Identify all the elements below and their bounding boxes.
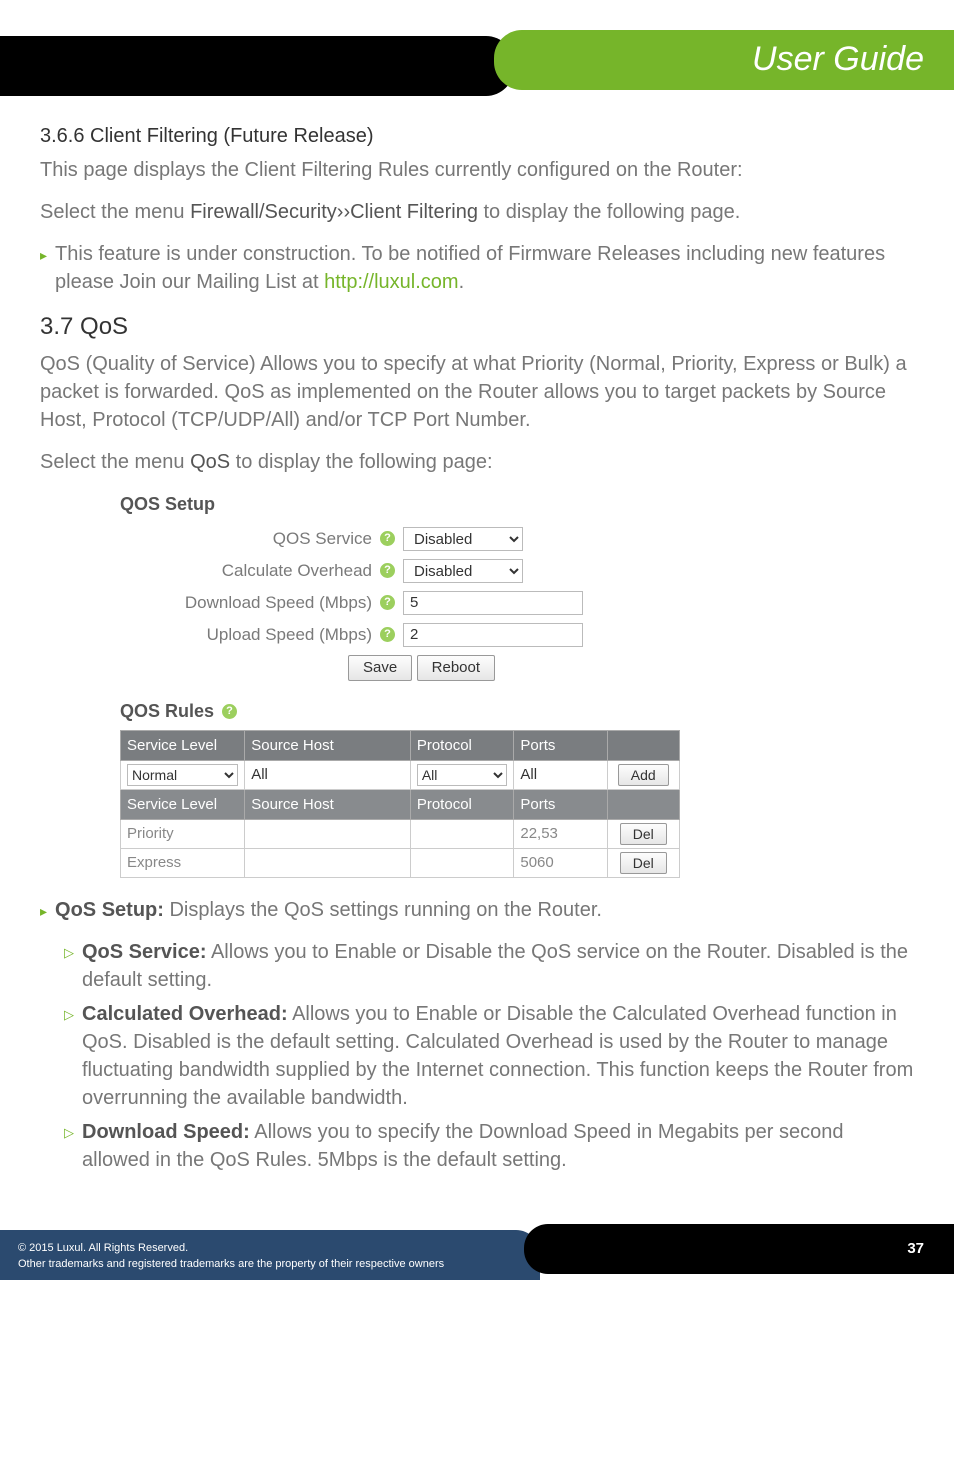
protocol-select[interactable]: All [417, 764, 508, 786]
section-366-p1: This page displays the Client Filtering … [40, 156, 914, 184]
table-header-row-2: Service Level Source Host Protocol Ports [121, 789, 680, 819]
help-icon[interactable]: ? [380, 563, 395, 578]
sec366-bullet-pre: This feature is under construction. To b… [55, 243, 885, 293]
qos-service-row: QOS Service ? Disabled [120, 527, 730, 551]
qos-download-row: Download Speed (Mbps) ? [120, 591, 730, 615]
qos-screenshot: QOS Setup QOS Service ? Disabled Calcula… [120, 492, 730, 878]
sec366-p2-bold: Firewall/Security››Client Filtering [190, 201, 478, 223]
qos-upload-input[interactable] [403, 623, 583, 647]
source-host-value: All [251, 766, 268, 783]
desc-qos-setup-text: QoS Setup: Displays the QoS settings run… [55, 896, 602, 924]
service-level-select[interactable]: Normal [127, 764, 238, 786]
qos-service-label: QOS Service [120, 527, 380, 551]
help-icon[interactable]: ? [380, 531, 395, 546]
row1-protocol [410, 848, 514, 877]
row0-protocol [410, 819, 514, 848]
qos-download-input[interactable] [403, 591, 583, 615]
sec366-bullet-post: . [459, 271, 465, 293]
desc-setup-body: Displays the QoS settings running on the… [164, 899, 602, 921]
triangle-icon: ▷ [64, 944, 74, 994]
desc-qos-service-text: QoS Service: Allows you to Enable or Dis… [82, 938, 914, 994]
th-source-host: Source Host [245, 730, 411, 760]
row0-ports: 22,53 [514, 819, 607, 848]
th2-action [607, 789, 679, 819]
desc-download-label: Download Speed: [82, 1121, 250, 1143]
sec366-p2-post: to display the following page. [478, 201, 740, 223]
header-title: User Guide [494, 30, 954, 90]
footer-page: 37 [524, 1224, 954, 1274]
th2-ports: Ports [514, 789, 607, 819]
desc-setup-label: QoS Setup: [55, 899, 164, 921]
del-button[interactable]: Del [620, 852, 667, 874]
row0-source-host [245, 819, 411, 848]
th2-service-level: Service Level [121, 789, 245, 819]
add-button[interactable]: Add [618, 764, 669, 786]
table-header-row: Service Level Source Host Protocol Ports [121, 730, 680, 760]
th-action [607, 730, 679, 760]
qos-rules-title: QOS Rules ? [120, 699, 730, 724]
qos-button-row: Save Reboot [348, 655, 730, 681]
qos-setup-title: QOS Setup [120, 492, 730, 517]
reboot-button[interactable]: Reboot [417, 655, 495, 681]
footer-line1: © 2015 Luxul. All Rights Reserved. [18, 1242, 188, 1254]
sec37-p2-bold: QoS [190, 451, 230, 473]
th2-protocol: Protocol [410, 789, 514, 819]
arrow-icon: ▸ [40, 246, 47, 296]
arrow-icon: ▸ [40, 902, 47, 924]
row0-service-level: Priority [121, 819, 245, 848]
desc-service-body: Allows you to Enable or Disable the QoS … [82, 941, 908, 991]
section-37-heading: 3.7 QoS [40, 310, 914, 344]
footer-copyright: © 2015 Luxul. All Rights Reserved. Other… [0, 1230, 540, 1280]
rules-input-row: Normal All All All Add [121, 760, 680, 789]
del-button[interactable]: Del [620, 823, 667, 845]
qos-overhead-label: Calculate Overhead [120, 559, 380, 583]
qos-rules-title-text: QOS Rules [120, 699, 214, 724]
th-protocol: Protocol [410, 730, 514, 760]
section-366-p2: Select the menu Firewall/Security››Clien… [40, 198, 914, 226]
table-row: Priority 22,53 Del [121, 819, 680, 848]
th-service-level: Service Level [121, 730, 245, 760]
section-366-heading: 3.6.6 Client Filtering (Future Release) [40, 122, 914, 150]
desc-overhead-text: Calculated Overhead: Allows you to Enabl… [82, 1000, 914, 1112]
triangle-icon: ▷ [64, 1006, 74, 1112]
help-icon[interactable]: ? [380, 595, 395, 610]
desc-overhead-label: Calculated Overhead: [82, 1003, 288, 1025]
row1-service-level: Express [121, 848, 245, 877]
desc-qos-service: ▷ QoS Service: Allows you to Enable or D… [64, 938, 914, 994]
desc-download-text: Download Speed: Allows you to specify th… [82, 1118, 914, 1174]
help-icon[interactable]: ? [222, 704, 237, 719]
qos-download-label: Download Speed (Mbps) [120, 591, 380, 615]
th-ports: Ports [514, 730, 607, 760]
qos-upload-label: Upload Speed (Mbps) [120, 623, 380, 647]
header-bar: User Guide [0, 30, 954, 100]
qos-service-select[interactable]: Disabled [403, 527, 523, 551]
sec37-p2-post: to display the following page: [230, 451, 492, 473]
row1-source-host [245, 848, 411, 877]
qos-overhead-row: Calculate Overhead ? Disabled [120, 559, 730, 583]
desc-calc-overhead: ▷ Calculated Overhead: Allows you to Ena… [64, 1000, 914, 1112]
triangle-icon: ▷ [64, 1124, 74, 1174]
luxul-link[interactable]: http://luxul.com [324, 271, 459, 293]
section-37-p1: QoS (Quality of Service) Allows you to s… [40, 350, 914, 434]
qos-rules-table: Service Level Source Host Protocol Ports… [120, 730, 680, 878]
footer-line2: Other trademarks and registered trademar… [18, 1258, 444, 1270]
desc-service-label: QoS Service: [82, 941, 207, 963]
header-black-block [0, 36, 514, 96]
qos-overhead-select[interactable]: Disabled [403, 559, 523, 583]
sec366-bullet-text: This feature is under construction. To b… [55, 240, 914, 296]
ports-value: All [520, 766, 537, 783]
sec366-bullet: ▸ This feature is under construction. To… [40, 240, 914, 296]
help-icon[interactable]: ? [380, 627, 395, 642]
section-37-p2: Select the menu QoS to display the follo… [40, 448, 914, 476]
qos-upload-row: Upload Speed (Mbps) ? [120, 623, 730, 647]
save-button[interactable]: Save [348, 655, 412, 681]
desc-qos-setup: ▸ QoS Setup: Displays the QoS settings r… [40, 896, 914, 924]
th2-source-host: Source Host [245, 789, 411, 819]
sec37-p2-pre: Select the menu [40, 451, 190, 473]
table-row: Express 5060 Del [121, 848, 680, 877]
row1-ports: 5060 [514, 848, 607, 877]
sec366-p2-pre: Select the menu [40, 201, 190, 223]
footer: © 2015 Luxul. All Rights Reserved. Other… [0, 1220, 954, 1280]
desc-download-speed: ▷ Download Speed: Allows you to specify … [64, 1118, 914, 1174]
